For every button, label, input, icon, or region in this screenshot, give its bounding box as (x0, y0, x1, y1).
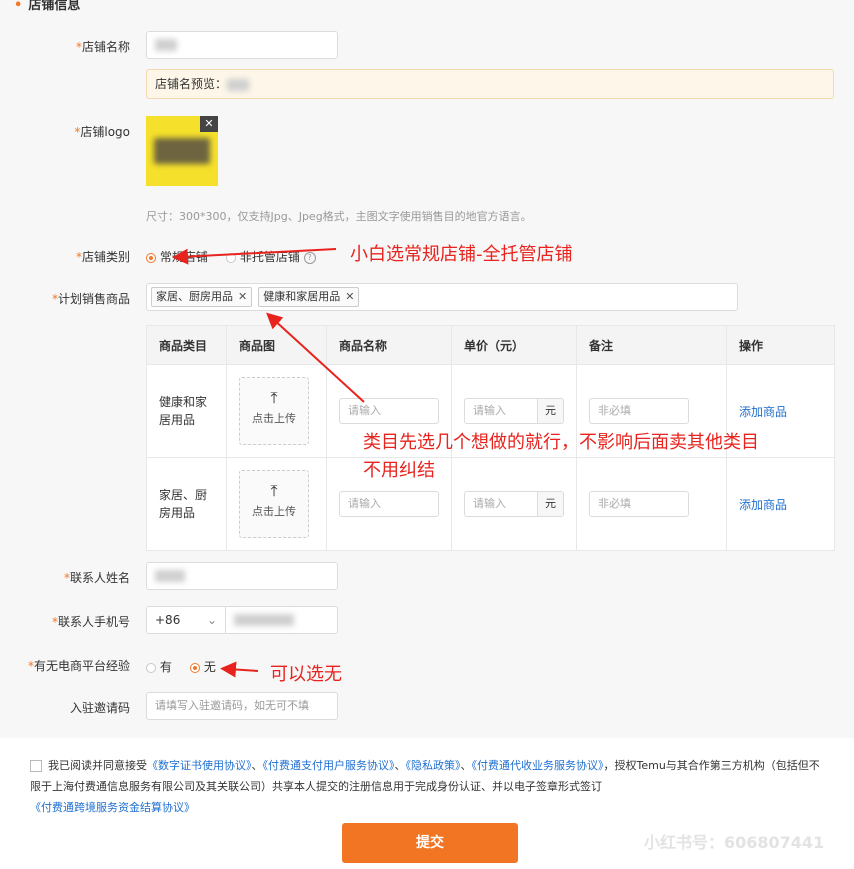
experience-option-label: 无 (203, 660, 216, 674)
section-title: • 店铺信息 (14, 0, 81, 13)
upload-label: 点击上传 (252, 505, 296, 518)
logo-hint: 尺寸：300*300，仅支持Jpg、Jpeg格式，主图文字使用销售目的地官方语言… (146, 210, 532, 223)
column-header: 单价（元） (451, 325, 577, 365)
radio-icon[interactable] (226, 252, 236, 263)
note-input[interactable]: 非必填 (589, 491, 689, 517)
annotation-arrow-experience (220, 661, 259, 678)
contact-name-label: *联系人姓名 (63, 571, 130, 585)
plan-category-select[interactable]: 家居、厨房用品 ✕ 健康和家居用品 ✕ (146, 283, 738, 311)
note-input[interactable]: 非必填 (589, 398, 689, 424)
tag-remove-icon[interactable]: ✕ (345, 290, 354, 303)
row-category: 家居、厨房用品 (146, 457, 227, 551)
watermark: 小红书号：606807441 (644, 833, 825, 852)
shop-name-input[interactable] (146, 31, 338, 59)
price-unit: 元 (538, 398, 564, 424)
shop-name-label: *店铺名称 (75, 40, 130, 54)
annotation-category: 小白选常规店铺-全托管店铺 (350, 244, 573, 265)
product-name-input[interactable]: 请输入 (339, 398, 439, 424)
product-name-input[interactable]: 请输入 (339, 491, 439, 517)
annotation-plan-line2: 不用纠结 (363, 460, 435, 481)
radio-selected-icon[interactable] (190, 662, 200, 673)
upload-label: 点击上传 (252, 412, 296, 425)
contact-phone-label: *联系人手机号 (51, 615, 130, 629)
price-input[interactable]: 请输入 (464, 491, 538, 517)
agreement-link[interactable]: 《付费通跨境服务资金结算协议》 (30, 801, 195, 814)
logo-remove-icon[interactable]: ✕ (200, 116, 218, 132)
annotation-plan-line1: 类目先选几个想做的就行，不影响后面卖其他类目 (363, 432, 759, 453)
experience-option-no[interactable]: 无 (190, 658, 216, 675)
chevron-down-icon: ⌄ (206, 613, 217, 627)
column-header: 商品名称 (326, 325, 452, 365)
upload-icon: ⤒ (270, 481, 278, 500)
agreement-link[interactable]: 《付费通支付用户服务协议》 (263, 759, 395, 772)
row-category: 健康和家居用品 (146, 364, 227, 458)
experience-label: *有无电商平台经验 (27, 659, 130, 673)
submit-button[interactable]: 提交 (342, 823, 518, 863)
column-header: 备注 (576, 325, 727, 365)
logo-label: *店铺logo (74, 125, 130, 139)
upload-icon: ⤒ (270, 388, 278, 407)
price-input[interactable]: 请输入 (464, 398, 538, 424)
category-tag: 家居、厨房用品 ✕ (151, 287, 253, 307)
upload-button[interactable]: ⤒ 点击上传 (239, 377, 309, 445)
category-option-label: 非托管店铺 (239, 250, 300, 264)
invite-code-input[interactable]: 请填写入驻邀请码，如无可不填 (146, 692, 338, 720)
add-product-link[interactable]: 添加商品 (739, 405, 787, 419)
column-header: 商品图 (226, 325, 327, 365)
agreement-link[interactable]: 《数字证书使用协议》 (147, 759, 252, 772)
category-option-nonmanaged[interactable]: 非托管店铺 ? (226, 248, 316, 265)
experience-option-label: 有 (159, 660, 172, 674)
column-header: 操作 (726, 325, 835, 365)
price-unit: 元 (538, 491, 564, 517)
category-option-label: 常规店铺 (159, 250, 208, 264)
category-tag: 健康和家居用品 ✕ (258, 287, 360, 307)
plan-label: *计划销售商品 (51, 292, 130, 306)
category-label: *店铺类别 (75, 250, 130, 264)
table-header-row: 商品类目 商品图 商品名称 单价（元） 备注 操作 (146, 325, 835, 365)
category-option-regular[interactable]: 常规店铺 (146, 248, 208, 265)
invite-label: 入驻邀请码 (69, 701, 130, 715)
agreement-link[interactable]: 《隐私政策》 (406, 759, 461, 772)
help-icon[interactable]: ? (303, 251, 316, 264)
column-header: 商品类目 (146, 325, 227, 365)
shop-name-preview: 店铺名预览： (146, 69, 834, 99)
country-code-select[interactable]: +86 ⌄ (146, 606, 226, 634)
experience-option-yes[interactable]: 有 (146, 658, 172, 675)
annotation-experience: 可以选无 (270, 664, 342, 685)
radio-icon[interactable] (146, 662, 156, 673)
agree-checkbox[interactable] (30, 760, 42, 772)
agreement-link[interactable]: 《付费通代收业务服务协议》 (472, 759, 604, 772)
phone-input[interactable] (225, 606, 338, 634)
contact-name-input[interactable] (146, 562, 338, 590)
tag-remove-icon[interactable]: ✕ (238, 290, 247, 303)
upload-button[interactable]: ⤒ 点击上传 (239, 470, 309, 538)
radio-selected-icon[interactable] (146, 252, 156, 263)
table-row: 家居、厨房用品 ⤒ 点击上传 请输入 请输入元 非必填 添加商品 (146, 457, 835, 551)
agreement-text: 我已阅读并同意接受《数字证书使用协议》、《付费通支付用户服务协议》、《隐私政策》… (30, 759, 820, 814)
add-product-link[interactable]: 添加商品 (739, 498, 787, 512)
